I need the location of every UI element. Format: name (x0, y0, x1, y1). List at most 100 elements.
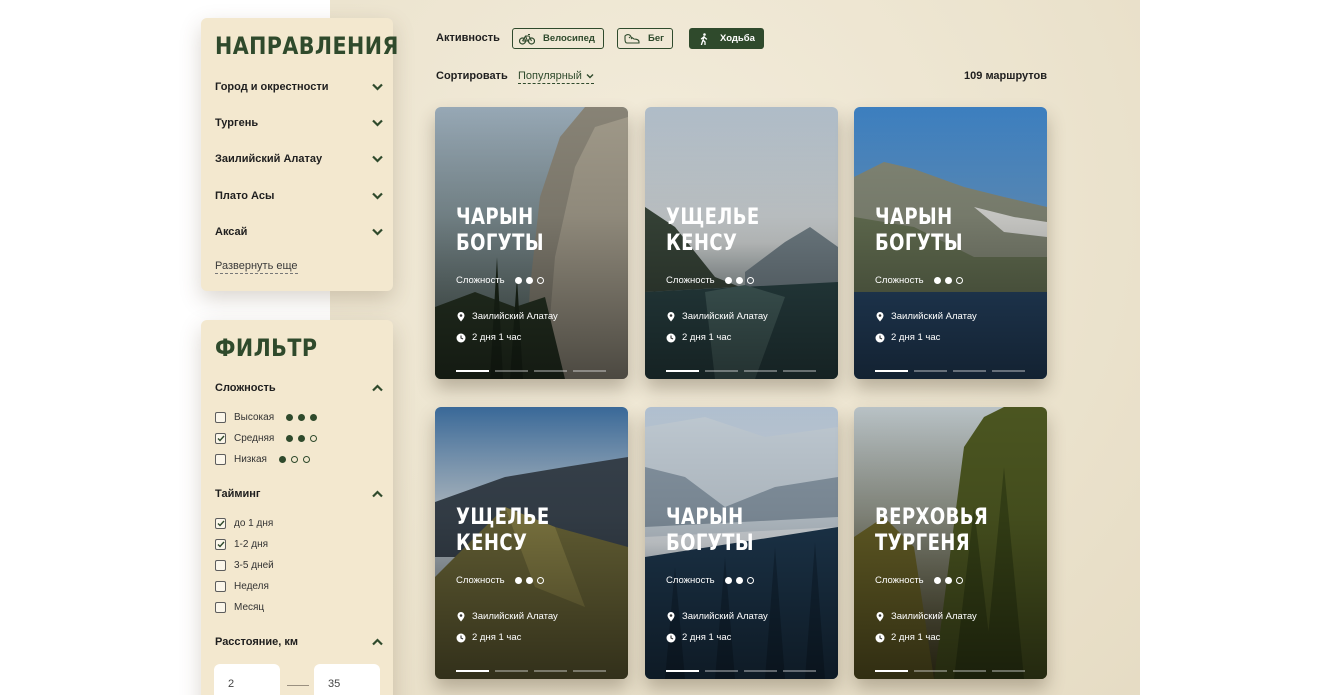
chevron-up-icon (369, 634, 385, 650)
card-slider-pager[interactable] (666, 670, 816, 672)
route-card[interactable]: ЧАРЫН БОГУТЫ Сложность Заилийский Алатау … (435, 107, 628, 379)
activity-walk-button[interactable]: Ходьба (689, 28, 764, 49)
activity-label: Активность (436, 32, 500, 44)
option-label: 3-5 дней (234, 559, 274, 571)
difficulty-label: Сложность (215, 382, 276, 394)
chevron-down-icon (369, 79, 385, 95)
range-separator (287, 685, 309, 686)
clock-icon (875, 633, 885, 642)
timing-option-1day[interactable]: до 1 дня (215, 515, 273, 531)
expand-more-link[interactable]: Развернуть еще (215, 260, 298, 274)
activity-bicycle-button[interactable]: Велосипед (512, 28, 604, 49)
clock-icon (456, 633, 466, 642)
difficulty-dots (286, 413, 318, 421)
chevron-down-icon (586, 74, 594, 79)
direction-item-aksai[interactable]: Аксай (215, 222, 385, 242)
chevron-down-icon (369, 224, 385, 240)
card-difficulty: Сложность (456, 275, 544, 286)
distance-section-header[interactable]: Расстояние, км (215, 633, 385, 651)
card-slider-pager[interactable] (666, 370, 816, 372)
chevron-down-icon (369, 188, 385, 204)
directions-panel: НАПРАВЛЕНИЯ Город и окрестности Тургень … (201, 18, 398, 291)
checkbox[interactable] (215, 601, 226, 613)
card-difficulty: Сложность (875, 575, 963, 586)
route-count: 109 маршрутов (964, 70, 1047, 82)
clock-icon (875, 333, 885, 342)
direction-item-city[interactable]: Город и окрестности (215, 77, 385, 97)
option-label: Месяц (234, 601, 265, 613)
sort-label: Сортировать (436, 70, 508, 82)
distance-label: Расстояние, км (215, 636, 299, 648)
sort-dropdown[interactable]: Популярный (518, 70, 594, 84)
card-title: УЩЕЛЬЕ КЕНСУ (666, 205, 760, 256)
route-card[interactable]: ЧАРЫН БОГУТЫ Сложность Заилийский Алатау … (645, 407, 838, 679)
check-icon (217, 520, 225, 527)
checkbox[interactable] (215, 580, 226, 592)
checkbox[interactable] (215, 453, 226, 465)
checkbox[interactable] (215, 517, 226, 529)
difficulty-option-medium[interactable]: Средняя (215, 430, 318, 446)
option-label: Неделя (234, 580, 269, 592)
chevron-up-icon (369, 380, 385, 396)
card-region: Заилийский Алатау (875, 611, 977, 622)
timing-label: Тайминг (215, 488, 261, 500)
option-label: до 1 дня (234, 517, 274, 529)
option-label: Средняя (234, 432, 275, 444)
running-shoe-icon (624, 33, 640, 44)
check-icon (217, 435, 225, 442)
direction-item-turgen[interactable]: Тургень (215, 113, 385, 133)
route-card[interactable]: УЩЕЛЬЕ КЕНСУ Сложность Заилийский Алатау … (435, 407, 628, 679)
checkbox[interactable] (215, 559, 226, 571)
activity-run-button[interactable]: Бег (617, 28, 674, 49)
difficulty-dots (278, 455, 310, 463)
chevron-down-icon (369, 115, 385, 131)
card-slider-pager[interactable] (456, 670, 606, 672)
difficulty-dots (286, 434, 318, 442)
timing-section-header[interactable]: Тайминг (215, 485, 385, 503)
timing-option-3-5days[interactable]: 3-5 дней (215, 557, 274, 573)
card-difficulty: Сложность (875, 275, 963, 286)
directions-title: НАПРАВЛЕНИЯ (215, 32, 399, 60)
direction-item-asy[interactable]: Плато Асы (215, 186, 385, 206)
route-card[interactable]: УЩЕЛЬЕ КЕНСУ Сложность Заилийский Алатау … (645, 107, 838, 379)
difficulty-option-high[interactable]: Высокая (215, 409, 318, 425)
card-title: ЧАРЫН БОГУТЫ (456, 205, 544, 256)
location-pin-icon (876, 311, 884, 321)
location-pin-icon (667, 311, 675, 321)
card-region: Заилийский Алатау (456, 611, 558, 622)
chevron-up-icon (369, 486, 385, 502)
sort-value: Популярный (518, 70, 582, 82)
card-difficulty: Сложность (666, 275, 754, 286)
timing-option-month[interactable]: Месяц (215, 599, 264, 615)
timing-option-week[interactable]: Неделя (215, 578, 269, 594)
walking-person-icon (700, 32, 708, 45)
card-duration: 2 дня 1 час (875, 332, 940, 343)
bicycle-icon (519, 33, 535, 45)
card-difficulty: Сложность (456, 575, 544, 586)
card-difficulty: Сложность (666, 575, 754, 586)
checkbox[interactable] (215, 432, 226, 444)
timing-option-1-2days[interactable]: 1-2 дня (215, 536, 268, 552)
route-card[interactable]: ВЕРХОВЬЯ ТУРГЕНЯ Сложность Заилийский Ала… (854, 407, 1047, 679)
card-duration: 2 дня 1 час (666, 332, 731, 343)
card-slider-pager[interactable] (875, 670, 1025, 672)
distance-min-input[interactable]: 2 (214, 664, 280, 695)
checkbox[interactable] (215, 411, 226, 423)
route-card[interactable]: ЧАРЫН БОГУТЫ Сложность Заилийский Алатау … (854, 107, 1047, 379)
location-pin-icon (876, 611, 884, 621)
card-region: Заилийский Алатау (875, 311, 977, 322)
option-label: 1-2 дня (234, 538, 269, 550)
location-pin-icon (457, 311, 465, 321)
card-duration: 2 дня 1 час (666, 632, 731, 643)
difficulty-section-header[interactable]: Сложность (215, 379, 385, 397)
distance-max-input[interactable]: 35 (314, 664, 380, 695)
direction-item-zailiysky[interactable]: Заилийский Алатау (215, 149, 385, 169)
filter-panel: ФИЛЬТР Сложность Высокая Средняя Низкая … (201, 320, 393, 695)
activity-button-label: Велосипед (543, 33, 595, 44)
difficulty-option-low[interactable]: Низкая (215, 451, 310, 467)
card-slider-pager[interactable] (456, 370, 606, 372)
card-slider-pager[interactable] (875, 370, 1025, 372)
option-label: Высокая (234, 411, 275, 423)
checkbox[interactable] (215, 538, 226, 550)
clock-icon (666, 633, 676, 642)
